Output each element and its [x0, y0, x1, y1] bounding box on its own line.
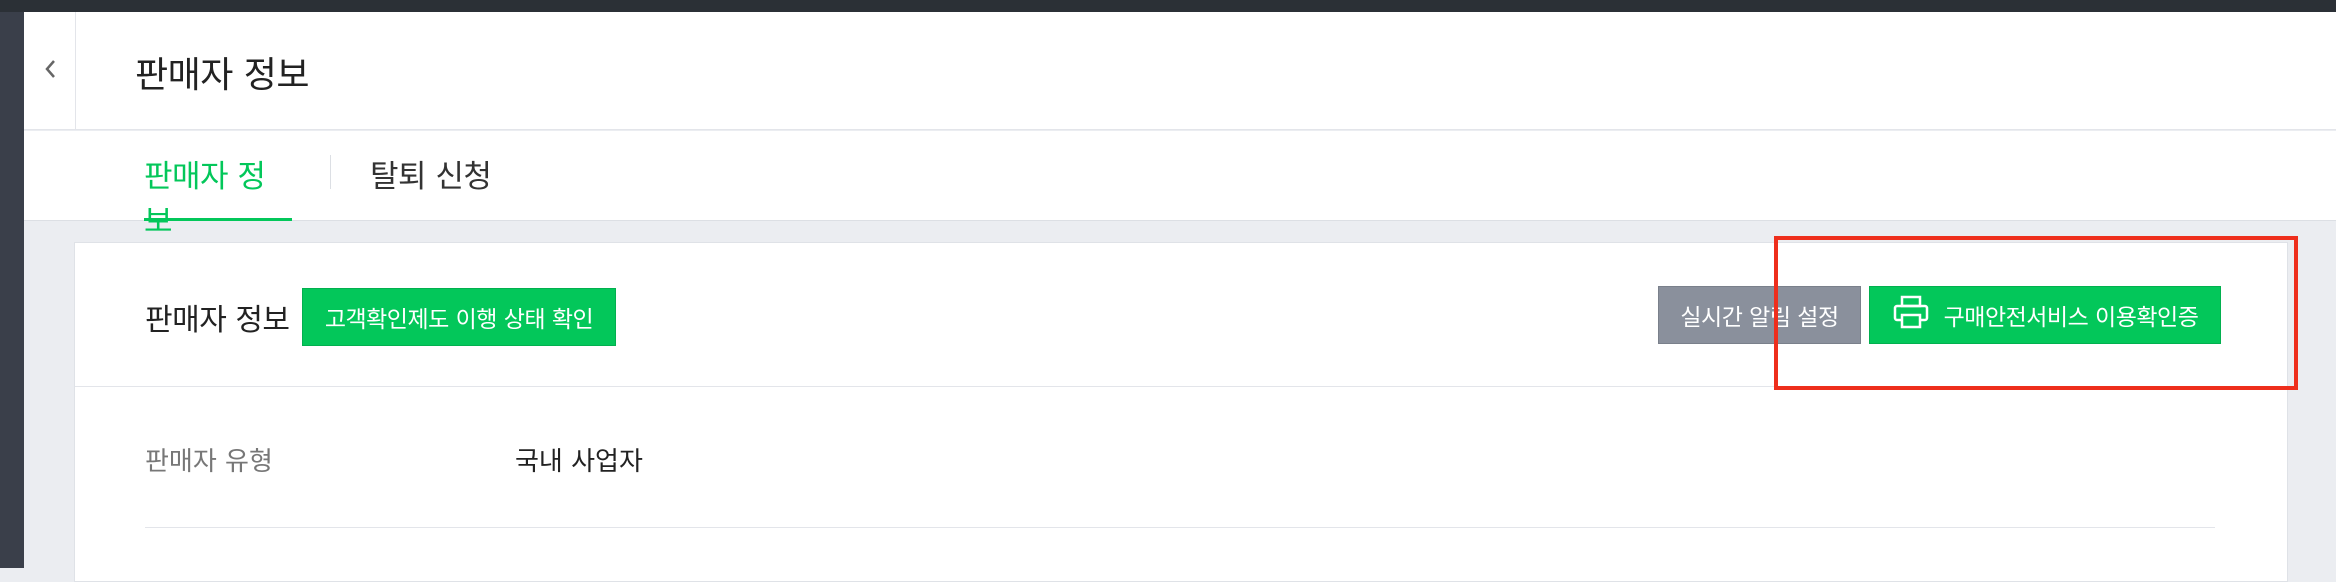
tab-divider [330, 155, 331, 189]
row-label: 판매자 유형 [145, 447, 273, 477]
certify-button-label: 구매안전서비스 이용확인증 [1943, 305, 2199, 331]
printer-icon [1892, 295, 1930, 335]
card-header: 판매자 정보 고객확인제도 이행 상태 확인 실시간 알림 설정 구매안전서비스… [75, 243, 2287, 387]
top-bar [0, 0, 2336, 12]
info-row: 판매자 유형 국내 사업자 [145, 388, 2215, 528]
tab-seller-info[interactable]: 판매자 정보 [144, 151, 292, 240]
purchase-safety-certificate-button[interactable]: 구매안전서비스 이용확인증 [1869, 286, 2221, 344]
customer-verification-status-button[interactable]: 고객확인제도 이행 상태 확인 [302, 288, 616, 346]
tab-bar: 판매자 정보 탈퇴 신청 [24, 131, 2336, 240]
tab-withdrawal[interactable]: 탈퇴 신청 [370, 151, 492, 221]
back-button[interactable] [24, 12, 76, 130]
row-value: 국내 사업자 [515, 447, 643, 477]
card-title: 판매자 정보 [145, 303, 290, 338]
left-rail [0, 12, 24, 568]
realtime-alarm-settings-button[interactable]: 실시간 알림 설정 [1658, 286, 1861, 344]
page-title: 판매자 정보 [135, 55, 310, 96]
seller-info-card: 판매자 정보 고객확인제도 이행 상태 확인 실시간 알림 설정 구매안전서비스… [74, 242, 2288, 582]
chevron-left-icon [43, 58, 57, 84]
page-header: 판매자 정보 [24, 12, 2336, 130]
